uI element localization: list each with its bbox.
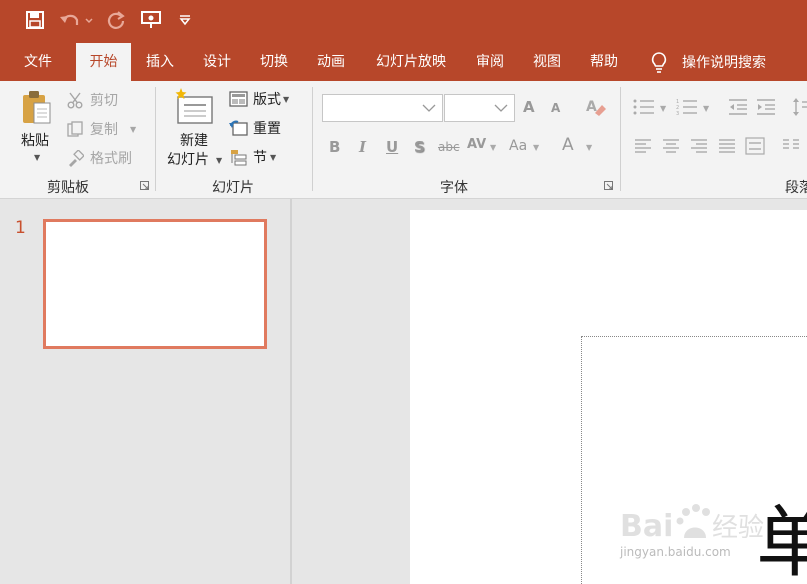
tell-me-search[interactable]: 操作说明搜索 — [650, 43, 766, 81]
chevron-down-icon — [494, 104, 508, 112]
section-dropdown-caret[interactable]: ▼ — [270, 153, 276, 162]
reset-button[interactable]: 重置 — [229, 118, 281, 138]
slide-text-content[interactable]: 单 — [756, 498, 807, 584]
save-icon[interactable] — [24, 8, 46, 32]
bullets-dropdown-caret[interactable]: ▼ — [660, 104, 666, 113]
clear-formatting-icon[interactable]: A — [585, 96, 607, 118]
paste-icon[interactable] — [20, 89, 54, 127]
clipboard-group-label: 剪贴板 — [47, 180, 89, 196]
tab-slide-show[interactable]: 幻灯片放映 — [366, 43, 456, 81]
font-color-dropdown-caret[interactable]: ▼ — [586, 143, 592, 152]
section-icon — [231, 149, 247, 165]
group-separator — [312, 87, 313, 191]
chevron-down-icon — [422, 104, 436, 112]
tab-review[interactable]: 审阅 — [466, 43, 514, 81]
present-from-start-icon[interactable] — [138, 8, 164, 32]
tab-help[interactable]: 帮助 — [580, 43, 628, 81]
new-slide-button[interactable]: 幻灯片 — [167, 149, 209, 169]
tab-transitions[interactable]: 切换 — [250, 43, 298, 81]
copy-dropdown-caret[interactable]: ▼ — [130, 125, 136, 134]
layout-button[interactable]: 版式 ▼ — [229, 89, 289, 109]
paragraph-group-label: 段落 — [785, 180, 807, 196]
columns-icon[interactable] — [782, 139, 800, 153]
svg-text:A: A — [586, 99, 597, 115]
font-name-combobox[interactable] — [322, 94, 443, 122]
font-color-button[interactable]: A — [562, 135, 574, 155]
decrease-indent-icon[interactable] — [728, 98, 748, 116]
align-center-icon[interactable] — [662, 139, 680, 153]
customize-qat-icon[interactable] — [176, 8, 194, 32]
tab-insert[interactable]: 插入 — [136, 43, 184, 81]
tab-view[interactable]: 视图 — [523, 43, 571, 81]
slides-group-label: 幻灯片 — [212, 180, 254, 196]
copy-icon — [67, 120, 83, 137]
format-painter-label: 格式刷 — [90, 151, 132, 167]
cut-button[interactable]: 剪切 — [67, 90, 118, 110]
undo-icon[interactable] — [58, 8, 94, 32]
section-button[interactable]: 节 ▼ — [229, 147, 276, 167]
paste-button[interactable]: 粘贴 — [21, 130, 49, 150]
character-spacing-button[interactable]: AV — [467, 137, 486, 152]
layout-label: 版式 — [253, 92, 281, 108]
grow-font-button[interactable]: A — [523, 98, 535, 116]
slide-number: 1 — [15, 218, 26, 238]
tab-file[interactable]: 文件 — [10, 43, 66, 81]
baidu-watermark-logo: Bai 经验 — [620, 504, 764, 544]
bold-button[interactable]: B — [329, 138, 340, 156]
distributed-icon[interactable] — [745, 137, 765, 155]
reset-label: 重置 — [253, 121, 281, 137]
case-dropdown-caret[interactable]: ▼ — [533, 143, 539, 152]
tab-home[interactable]: 开始 — [76, 43, 131, 81]
new-slide-icon[interactable] — [174, 87, 214, 127]
numbering-dropdown-caret[interactable]: ▼ — [703, 104, 709, 113]
format-painter-icon — [69, 149, 84, 167]
justify-icon[interactable] — [718, 139, 736, 153]
increase-indent-icon[interactable] — [756, 98, 776, 116]
watermark-url: jingyan.baidu.com — [620, 545, 731, 559]
layout-dropdown-caret[interactable]: ▼ — [283, 95, 289, 104]
copy-label: 复制 — [90, 122, 118, 138]
svg-text:3: 3 — [676, 111, 679, 116]
font-group-label: 字体 — [440, 180, 468, 196]
strikethrough-button[interactable]: abc — [438, 140, 460, 154]
numbering-icon[interactable]: 123 — [676, 98, 698, 116]
slide-thumbnail[interactable] — [43, 219, 267, 349]
align-left-icon[interactable] — [634, 139, 652, 153]
line-spacing-icon[interactable] — [792, 96, 807, 118]
new-slide-dropdown-caret[interactable]: ▼ — [216, 156, 222, 165]
font-size-combobox[interactable] — [444, 94, 515, 122]
change-case-button[interactable]: Aa — [509, 138, 527, 154]
layout-icon — [229, 90, 248, 107]
redo-icon[interactable] — [104, 8, 128, 32]
group-separator — [620, 87, 621, 191]
tab-design[interactable]: 设计 — [193, 43, 241, 81]
copy-button[interactable]: 复制 ▼ — [67, 119, 136, 139]
ribbon-tabs: 文件 开始 插入 设计 切换 动画 幻灯片放映 审阅 视图 帮助 操作说明搜索 — [0, 40, 807, 81]
spacing-dropdown-caret[interactable]: ▼ — [490, 143, 496, 152]
scissors-icon — [67, 92, 83, 108]
paste-dropdown-caret[interactable]: ▼ — [34, 153, 40, 162]
shrink-font-button[interactable]: A — [551, 101, 560, 115]
reset-icon — [229, 120, 248, 136]
tell-me-label: 操作说明搜索 — [682, 55, 766, 71]
cut-label: 剪切 — [90, 93, 118, 109]
tab-animations[interactable]: 动画 — [307, 43, 355, 81]
font-launcher-icon[interactable] — [604, 181, 614, 191]
underline-button[interactable]: U — [386, 138, 398, 156]
title-bar — [0, 0, 807, 40]
lightbulb-icon — [651, 52, 667, 73]
bullets-icon[interactable] — [633, 98, 655, 116]
text-shadow-button[interactable]: S — [414, 138, 425, 156]
format-painter-button[interactable]: 格式刷 — [67, 148, 132, 168]
section-label: 节 — [253, 150, 267, 166]
group-separator — [155, 87, 156, 191]
svg-text:Bai: Bai — [620, 509, 673, 544]
ribbon: 粘贴 ▼ 剪切 复制 ▼ 格式刷 剪贴板 新建 幻灯片 ▼ 版式 ▼ 重置 节 … — [0, 81, 807, 199]
align-right-icon[interactable] — [690, 139, 708, 153]
clipboard-launcher-icon[interactable] — [140, 181, 150, 191]
italic-button[interactable]: I — [359, 138, 366, 156]
new-slide-label-line1[interactable]: 新建 — [180, 130, 208, 150]
